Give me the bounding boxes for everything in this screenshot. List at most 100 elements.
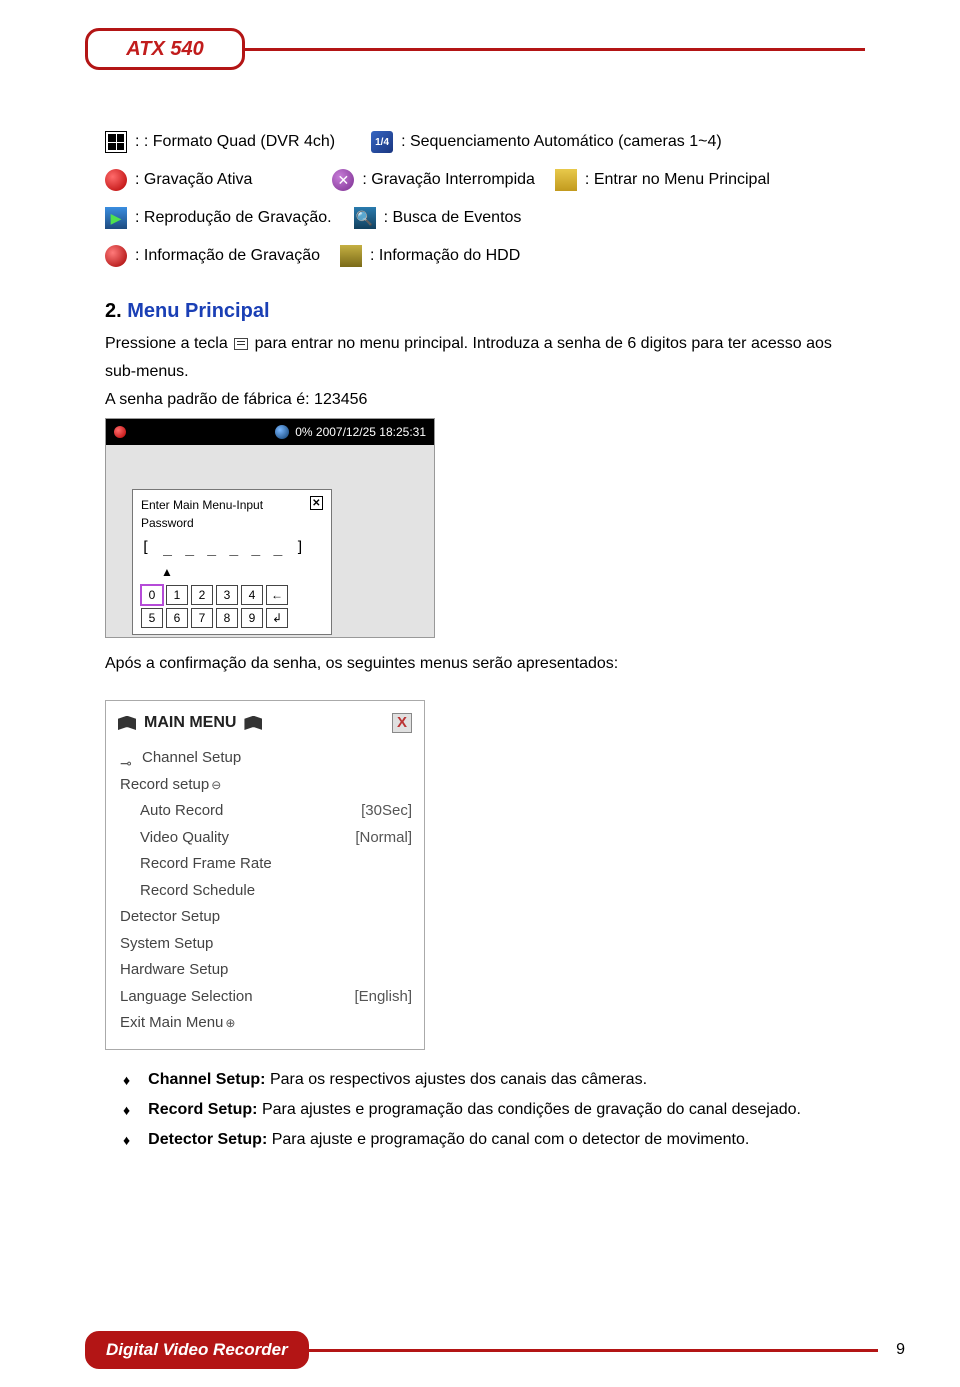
menu-item-label: Channel Setup [142,749,241,766]
section-2-line-3: A senha padrão de fábrica é: 123456 [105,388,865,412]
password-dialog: Enter Main Menu-Input Password ✕ [ _ _ _… [132,489,332,635]
menu-item-label: Video Quality [140,829,229,846]
header-rule [245,48,865,51]
key-8[interactable]: 8 [216,608,238,628]
password-field[interactable]: [ _ _ _ _ _ _ ] [141,536,323,559]
key-0[interactable]: 0 [141,585,163,605]
menu-item[interactable]: Auto Record[30Sec] [118,798,412,825]
rec-on-label: : Gravação Ativa [135,168,252,192]
hdd-icon [340,245,362,267]
menu-item-label: Detector Setup [120,908,220,925]
key-4[interactable]: 4 [241,585,263,605]
seq-label: : Sequenciamento Automático (cameras 1~4… [401,130,722,154]
menu-item[interactable]: System Setup [118,931,412,958]
key-9[interactable]: 9 [241,608,263,628]
key-enter[interactable]: ↲ [266,608,288,628]
menu-item-label: System Setup [120,935,213,952]
menu-item-value: [Normal] [355,827,412,850]
menu-item[interactable]: Record setup [118,772,412,799]
key-2[interactable]: 2 [191,585,213,605]
rec-info-icon [105,245,127,267]
menu-item-label: Auto Record [140,802,223,819]
page-number: 9 [896,1341,905,1359]
key-5[interactable]: 5 [141,608,163,628]
section-2-line-2: sub-menus. [105,360,865,384]
dialog-title: Enter Main Menu-Input Password [141,496,310,532]
caret-indicator: ▲ [161,563,323,581]
header-badge: ATX 540 [85,28,245,70]
menu-item-label: Language Selection [120,988,253,1005]
main-menu-title: MAIN MENU [144,711,236,735]
key-7[interactable]: 7 [191,608,213,628]
menu-item[interactable]: Record Frame Rate [118,851,412,878]
bullet-item: ♦ Channel Setup: Para os respectivos ajus… [105,1068,865,1092]
menu-item-label: Hardware Setup [120,961,228,978]
menu-book-icon-left [118,716,136,730]
header-title: ATX 540 [126,38,203,61]
bullet-item: ♦ Record Setup: Para ajustes e programaçã… [105,1098,865,1122]
key-1[interactable]: 1 [166,585,188,605]
main-menu-close[interactable]: X [392,713,412,733]
key-6[interactable]: 6 [166,608,188,628]
record-off-icon: ✕ [332,169,354,191]
footer: Digital Video Recorder 9 [85,1331,905,1369]
record-on-icon [105,169,127,191]
diamond-bullet: ♦ [123,1068,130,1092]
legend-row-4: : Informação de Gravação : Informação do… [105,244,865,268]
shot-status-text: 0% 2007/12/25 18:25:31 [295,423,426,441]
menu-item[interactable]: Video Quality [Normal] [118,825,412,852]
key-back[interactable]: ← [266,585,288,605]
menu-item[interactable]: Detector Setup [118,904,412,931]
menu-item[interactable]: Hardware Setup [118,957,412,984]
section-num: 2. [105,300,122,322]
main-menu-screenshot: MAIN MENU X Channel Setup Record setup Aut… [105,700,425,1050]
key-3[interactable]: 3 [216,585,238,605]
legend-row-3: ▶ : Reprodução de Gravação. 🔍 : Busca de… [105,206,865,230]
quad-label: : : Formato Quad (DVR 4ch) [135,130,335,154]
menu-item-label: Record setup [120,776,221,793]
password-screenshot: 0% 2007/12/25 18:25:31 Enter Main Menu-I… [105,418,435,638]
menu-book-icon-right [244,716,262,730]
page-content: : : Formato Quad (DVR 4ch) 1/4 : Sequenc… [105,130,865,1158]
bullet-item: ♦ Detector Setup: Para ajuste e programaç… [105,1128,865,1152]
legend-row-1: : : Formato Quad (DVR 4ch) 1/4 : Sequenc… [105,130,865,154]
shot-status-bar: 0% 2007/12/25 18:25:31 [106,419,434,445]
diamond-bullet: ♦ [123,1128,130,1152]
keypad: 0 1 2 3 4 ← 5 6 7 8 9 ↲ [141,585,323,628]
bullet-text: Channel Setup: Para os respectivos ajust… [148,1068,865,1092]
hdd-label: : Informação do HDD [370,244,520,268]
rec-off-label: : Gravação Interrompida [362,168,535,192]
menu-item-label: Record Schedule [140,882,255,899]
shot-globe-icon [275,425,289,439]
shot-rec-dot [114,426,126,438]
main-menu-header: MAIN MENU X [118,711,412,735]
section-2-heading: 2. Menu Principal [105,296,865,326]
legend-row-2: : Gravação Ativa ✕ : Gravação Interrompi… [105,168,865,192]
book-inline-icon [234,338,248,350]
menu-item[interactable]: Channel Setup [118,745,412,772]
menu-item-label: Record Frame Rate [140,855,272,872]
quad-icon [105,131,127,153]
menu-item[interactable]: Language Selection [English] [118,984,412,1011]
menu-item-value: [English] [354,986,412,1009]
menu-item-label: Exit Main Menu [120,1014,235,1031]
section-2-line-1: Pressione a tecla para entrar no menu pr… [105,332,865,356]
menu-enter-label: : Entrar no Menu Principal [585,168,770,192]
key-prefix-icon [120,753,138,763]
after-pw-text: Após a confirmação da senha, os seguinte… [105,652,865,676]
dialog-close-icon[interactable]: ✕ [310,496,323,510]
menu-item[interactable]: Exit Main Menu [118,1010,412,1037]
bullet-list: ♦ Channel Setup: Para os respectivos ajus… [105,1068,865,1152]
footer-badge: Digital Video Recorder [85,1331,309,1369]
bullet-text: Record Setup: Para ajustes e programação… [148,1098,865,1122]
menu-items-list: Channel Setup Record setup Auto Record[30S… [118,745,412,1037]
menu-item[interactable]: Record Schedule [118,878,412,905]
events-label: : Busca de Eventos [384,206,522,230]
footer-rule [309,1349,878,1352]
sequence-icon: 1/4 [371,131,393,153]
playback-label: : Reprodução de Gravação. [135,206,332,230]
rec-info-label: : Informação de Gravação [135,244,320,268]
diamond-bullet: ♦ [123,1098,130,1122]
bullet-text: Detector Setup: Para ajuste e programaçã… [148,1128,865,1152]
section-title-text: Menu Principal [127,300,269,322]
